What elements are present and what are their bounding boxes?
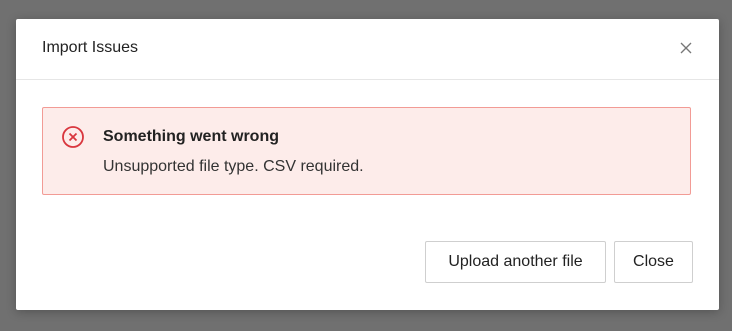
import-issues-dialog: Import Issues Something went wrong Unsup… (16, 19, 719, 310)
error-alert: Something went wrong Unsupported file ty… (42, 107, 691, 195)
alert-message: Unsupported file type. CSV required. (103, 158, 364, 175)
close-icon[interactable] (677, 39, 695, 57)
dialog-header: Import Issues (16, 19, 719, 80)
dialog-title: Import Issues (42, 39, 139, 56)
close-button[interactable]: Close (614, 241, 693, 283)
upload-another-file-button[interactable]: Upload another file (425, 241, 606, 283)
alert-title: Something went wrong (103, 128, 279, 145)
error-circle-x-icon (61, 125, 85, 149)
modal-overlay[interactable]: Import Issues Something went wrong Unsup… (0, 0, 732, 331)
